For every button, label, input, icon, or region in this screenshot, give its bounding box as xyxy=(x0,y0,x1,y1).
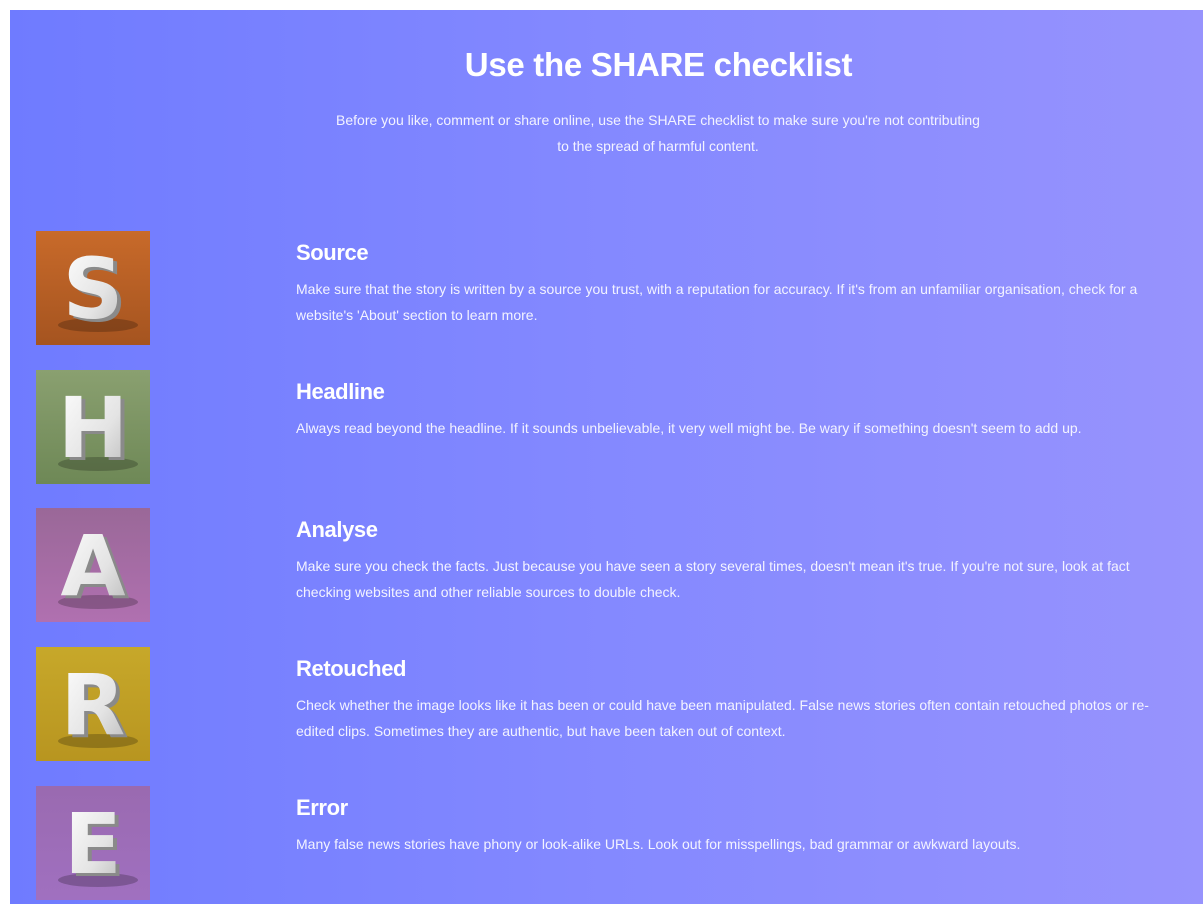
item-description: Make sure that the story is written by a… xyxy=(296,281,1138,323)
tile-letter: R xyxy=(61,656,126,754)
intro-line-2: to the spread of harmful content. xyxy=(557,138,759,154)
item-title: Source xyxy=(296,240,369,265)
checklist-item-source: SS Source Make sure that the story is wr… xyxy=(36,231,1186,345)
letter-tile-graphic: AA xyxy=(36,508,150,622)
page-title: Use the SHARE checklist xyxy=(464,46,853,83)
item-description: Always read beyond the headline. If it s… xyxy=(296,420,1082,436)
checklist-item-analyse: AA Analyse Make sure you check the facts… xyxy=(36,508,1186,622)
item-title: Analyse xyxy=(296,517,378,542)
item-description: Check whether the image looks like it ha… xyxy=(296,697,1149,739)
checklist-item-error: EE Error Many false news stories have ph… xyxy=(36,786,1186,900)
letter-tile-graphic: EE xyxy=(36,786,150,900)
letter-tile-graphic: RR xyxy=(36,647,150,761)
letter-s-tile: SS xyxy=(36,231,150,345)
item-title: Retouched xyxy=(296,656,407,681)
letter-tile-graphic: HH xyxy=(36,370,150,484)
page-intro: Before you like, comment or share online… xyxy=(300,107,1016,159)
tile-letter: E xyxy=(64,795,121,893)
letter-r-tile: RR xyxy=(36,647,150,761)
share-checklist-section: Use the SHARE checklist Before you like,… xyxy=(10,10,1203,904)
checklist-item-retouched: RR Retouched Check whether the image loo… xyxy=(36,647,1186,761)
item-description: Make sure you check the facts. Just beca… xyxy=(296,558,1130,600)
letter-a-tile: AA xyxy=(36,508,150,622)
letter-e-tile: EE xyxy=(36,786,150,900)
intro-line-1: Before you like, comment or share online… xyxy=(336,112,980,128)
letter-tile-graphic: SS xyxy=(36,231,150,345)
item-title: Error xyxy=(296,795,348,820)
tile-letter: H xyxy=(58,379,128,477)
tile-letter: A xyxy=(60,517,125,615)
item-title: Headline xyxy=(296,379,385,404)
letter-h-tile: HH xyxy=(36,370,150,484)
checklist-item-headline: HH Headline Always read beyond the headl… xyxy=(36,370,1186,484)
tile-letter: S xyxy=(63,240,124,338)
item-description: Many false news stories have phony or lo… xyxy=(296,836,1021,852)
